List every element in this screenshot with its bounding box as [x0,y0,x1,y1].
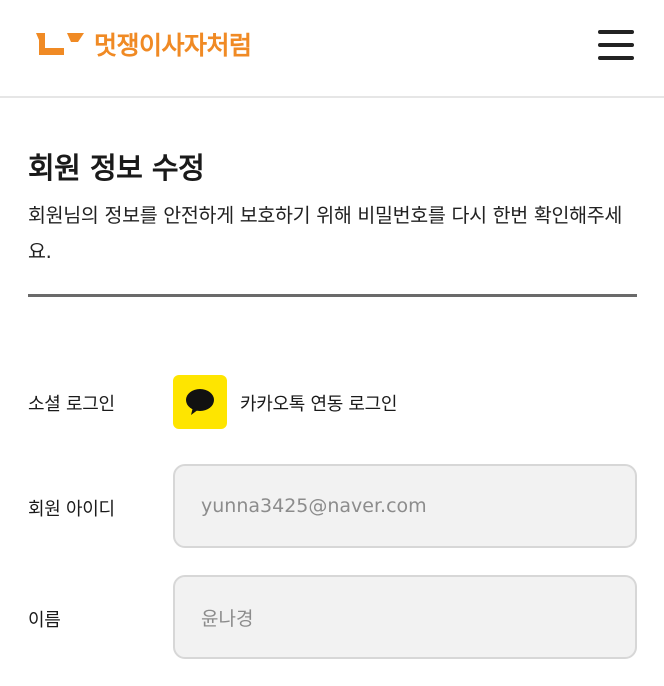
name-value: 윤나경 [201,607,254,630]
member-id-label: 회원 아이디 [28,499,115,520]
section-divider [28,294,637,297]
member-id-value: yunna3425@naver.com [201,495,427,517]
kakao-chat-icon [186,389,214,415]
hamburger-menu-icon[interactable] [598,30,634,60]
menu-bar [598,56,634,60]
page-title: 회원 정보 수정 [28,151,205,185]
name-label: 이름 [28,610,61,631]
menu-bar [598,43,634,47]
social-login-label: 소셜 로그인 [28,394,115,415]
kakao-login-button[interactable] [173,375,227,429]
menu-bar [598,30,634,34]
logo[interactable]: 멋쟁이사자처럼 [34,26,252,62]
likelion-logo-icon [36,33,84,55]
logo-text: 멋쟁이사자처럼 [94,31,252,60]
member-id-field[interactable]: yunna3425@naver.com [173,464,637,548]
kakao-login-text: 카카오톡 연동 로그인 [240,394,398,415]
page-description: 회원님의 정보를 안전하게 보호하기 위해 비밀번호를 다시 한번 확인해주세요… [28,204,623,263]
top-header: 멋쟁이사자처럼 [0,0,664,98]
name-field[interactable]: 윤나경 [173,575,637,659]
